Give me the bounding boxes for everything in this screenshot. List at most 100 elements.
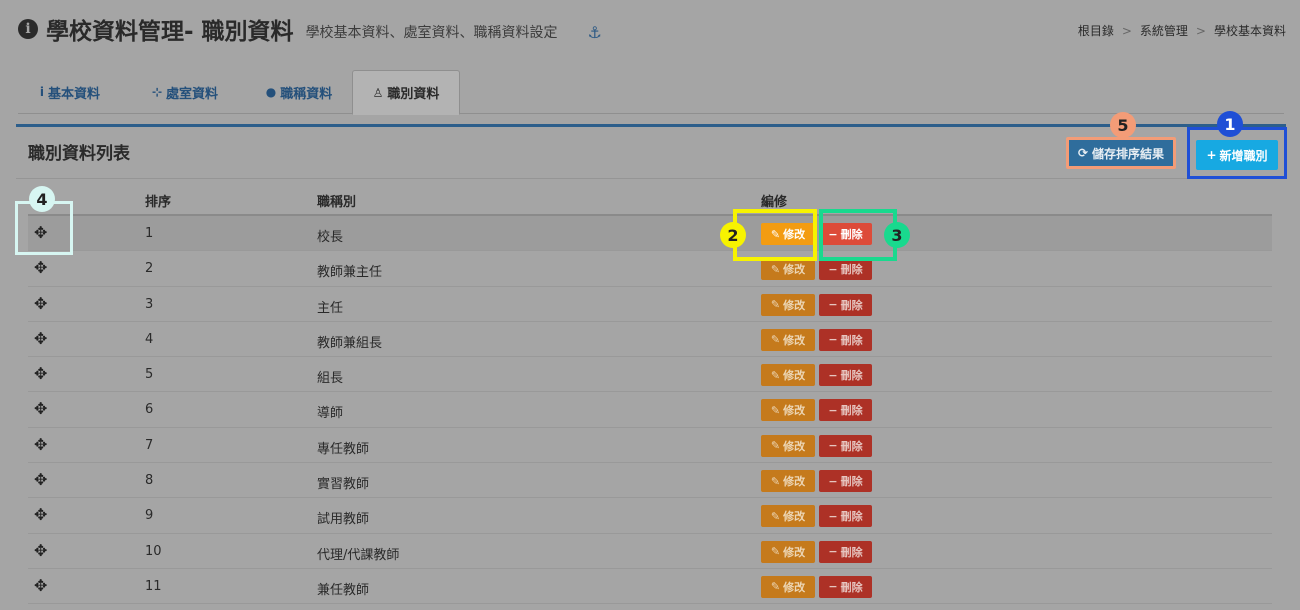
panel-title: 職別資料列表 xyxy=(28,144,130,164)
table-row: ✥ 10 代理/代課教師 ✎ 修改 − 刪除 xyxy=(28,534,1272,569)
edit-button[interactable]: ✎ 修改 xyxy=(761,293,815,316)
table-row: ✥ 3 主任 ✎ 修改 − 刪除 xyxy=(28,287,1272,322)
tab-department[interactable]: ⊹ 處室資料 xyxy=(130,70,240,114)
row-order: 2 xyxy=(145,261,154,277)
tab-label: 職別資料 xyxy=(387,87,440,102)
edit-label: 修改 xyxy=(783,333,806,347)
row-order: 11 xyxy=(145,578,162,594)
edit-icon: ✎ xyxy=(770,509,781,523)
edit-button[interactable]: ✎ 修改 xyxy=(761,399,815,422)
callout-badge-4: 4 xyxy=(29,186,55,212)
row-name: 組長 xyxy=(317,371,344,387)
edit-label: 修改 xyxy=(783,404,806,418)
minus-icon: − xyxy=(828,545,838,559)
add-label: 新增職別 xyxy=(1219,148,1268,163)
edit-icon: ✎ xyxy=(770,368,781,382)
drag-handle-icon[interactable]: ✥ xyxy=(34,295,47,312)
table-row: ✥ 2 教師兼主任 ✎ 修改 − 刪除 xyxy=(28,251,1272,287)
row-order: 10 xyxy=(145,543,162,559)
edit-icon: ✎ xyxy=(770,333,781,347)
delete-button[interactable]: − 刪除 xyxy=(819,328,872,351)
minus-icon: − xyxy=(828,580,838,594)
row-name: 試用教師 xyxy=(317,512,370,528)
edit-button[interactable]: ✎ 修改 xyxy=(761,575,815,598)
delete-label: 刪除 xyxy=(840,333,863,347)
row-name: 校長 xyxy=(317,230,344,245)
drag-handle-icon[interactable]: ✥ xyxy=(34,436,47,453)
edit-label: 修改 xyxy=(783,475,806,489)
delete-button[interactable]: − 刪除 xyxy=(819,364,872,387)
delete-button[interactable]: − 刪除 xyxy=(819,434,872,457)
table-row: ✥ 11 兼任教師 ✎ 修改 − 刪除 xyxy=(28,569,1272,605)
row-name: 教師兼組長 xyxy=(317,335,383,351)
drag-handle-icon[interactable]: ✥ xyxy=(34,507,47,523)
tab-basic-info[interactable]: i 基本資料 xyxy=(20,70,120,114)
tab-job-title[interactable]: ● 職稱資料 xyxy=(244,70,354,114)
delete-label: 刪除 xyxy=(840,580,863,594)
delete-button[interactable]: − 刪除 xyxy=(819,470,872,493)
row-order: 4 xyxy=(145,331,154,347)
row-order: 8 xyxy=(145,473,154,489)
header-edit: 編修 xyxy=(761,195,788,210)
edit-icon: ✎ xyxy=(770,262,781,276)
breadcrumb-item-school: 學校基本資料 xyxy=(1213,24,1286,38)
breadcrumb-item-root[interactable]: 根目錄 xyxy=(1078,22,1114,39)
minus-icon: − xyxy=(828,403,838,417)
edit-label: 修改 xyxy=(783,510,806,524)
table-row: ✥ 9 試用教師 ✎ 修改 − 刪除 xyxy=(28,498,1272,534)
delete-button[interactable]: − 刪除 xyxy=(819,540,872,563)
edit-button[interactable]: ✎ 修改 xyxy=(761,328,815,351)
edit-button[interactable]: ✎ 修改 xyxy=(761,364,815,387)
table-row: ✥ 8 實習教師 ✎ 修改 − 刪除 xyxy=(28,463,1272,499)
drag-handle-icon[interactable]: ✥ xyxy=(34,401,47,417)
row-name: 專任教師 xyxy=(317,441,370,457)
row-order: 5 xyxy=(145,367,154,383)
save-order-button[interactable]: ⟳ 儲存排序結果 xyxy=(1066,137,1176,169)
chevron-right-icon: > xyxy=(1195,23,1206,38)
edit-label: 修改 xyxy=(783,369,806,383)
drag-handle-icon[interactable]: ✥ xyxy=(34,330,47,347)
panel-divider xyxy=(16,178,1286,179)
minus-icon: − xyxy=(828,474,838,488)
edit-button[interactable]: ✎ 修改 xyxy=(761,505,815,528)
delete-label: 刪除 xyxy=(840,475,863,489)
tab-job-category[interactable]: ♙ 職別資料 xyxy=(352,70,460,115)
tab-label: 處室資料 xyxy=(166,86,219,102)
anchor-icon[interactable]: ⚓ xyxy=(588,23,602,42)
edit-button[interactable]: ✎ 修改 xyxy=(761,470,815,493)
delete-button[interactable]: − 刪除 xyxy=(819,505,872,528)
edit-icon: ✎ xyxy=(770,439,781,453)
drag-handle-icon[interactable]: ✥ xyxy=(34,542,47,559)
row-name: 兼任教師 xyxy=(317,582,370,598)
edit-label: 修改 xyxy=(783,545,806,559)
delete-button[interactable]: − 刪除 xyxy=(819,293,872,316)
plus-icon: + xyxy=(1206,148,1217,162)
drag-handle-icon[interactable]: ✥ xyxy=(34,366,47,382)
row-name: 代理/代課教師 xyxy=(317,547,400,563)
row-name: 主任 xyxy=(317,300,344,316)
row-order: 7 xyxy=(145,437,154,453)
drag-handle-icon[interactable]: ✥ xyxy=(34,577,47,594)
delete-button[interactable]: − 刪除 xyxy=(819,399,872,422)
delete-button[interactable]: − 刪除 xyxy=(819,258,872,281)
breadcrumb: 根目錄 > 系統管理 > 學校基本資料 xyxy=(1078,22,1286,39)
row-order: 9 xyxy=(145,508,154,524)
user-icon: ● xyxy=(265,85,277,99)
refresh-icon: ⟳ xyxy=(1077,146,1089,160)
delete-button[interactable]: − 刪除 xyxy=(819,575,872,598)
breadcrumb-item-system[interactable]: 系統管理 xyxy=(1140,22,1188,39)
edit-button[interactable]: ✎ 修改 xyxy=(761,434,815,457)
edit-button[interactable]: ✎ 修改 xyxy=(761,258,815,281)
table-row: ✥ 6 導師 ✎ 修改 − 刪除 xyxy=(28,392,1272,428)
add-job-category-button[interactable]: + 新增職別 xyxy=(1196,140,1278,170)
delete-label: 刪除 xyxy=(840,404,863,418)
drag-handle-icon[interactable]: ✥ xyxy=(34,260,47,276)
job-category-table: 排序 職稱別 編修 ✥ 1 校長 ✎ 修改 − 刪除 ✥ 2 教師兼主任 ✎ 修改 − 刪除 ✥ 3 主任 ✎ 修改… xyxy=(28,181,1272,605)
drag-handle-icon[interactable]: ✥ xyxy=(34,472,47,488)
info-icon: i xyxy=(39,85,45,99)
sitemap-icon: ⊹ xyxy=(151,85,163,99)
chevron-right-icon: > xyxy=(1121,23,1132,38)
edit-button[interactable]: ✎ 修改 xyxy=(761,540,815,563)
edit-icon: ✎ xyxy=(770,298,781,312)
delete-label: 刪除 xyxy=(840,263,863,277)
